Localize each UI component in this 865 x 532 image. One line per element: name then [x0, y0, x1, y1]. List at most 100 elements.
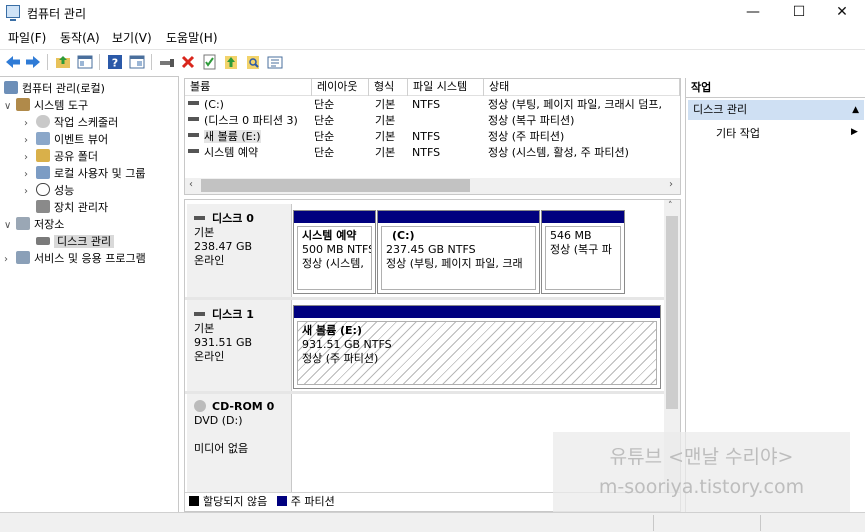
minimize-button[interactable]: —: [730, 0, 776, 25]
disk-1-label[interactable]: 디스크 1 기본 931.51 GB 온라인: [187, 300, 292, 392]
tree-device-manager[interactable]: 장치 관리자: [36, 199, 108, 216]
partition-size: 546 MB: [550, 229, 592, 242]
legend-primary: 주 파티션: [290, 495, 335, 508]
toolbar: ?: [0, 49, 865, 73]
vertical-scroll-thumb[interactable]: [666, 216, 678, 409]
partition-status: 정상 (시스템,: [302, 257, 364, 270]
disk-1-type: 기본: [194, 322, 215, 335]
folder-up-icon[interactable]: [222, 53, 240, 71]
horizontal-scroll-thumb[interactable]: [201, 179, 470, 192]
tree-services-label: 서비스 및 응용 프로그램: [34, 252, 146, 265]
console-pane-icon[interactable]: [128, 53, 146, 71]
volume-name: 새 볼륨 (E:): [204, 130, 261, 143]
help-icon[interactable]: ?: [106, 53, 124, 71]
tree-event-viewer[interactable]: › 이벤트 뷰어: [24, 131, 108, 148]
actions-section-label: 디스크 관리: [693, 103, 748, 116]
volume-row[interactable]: 시스템 예약 단순 기본 NTFS 정상 (시스템, 활성, 주 파티션): [185, 145, 680, 161]
tree-shared-folders[interactable]: › 공유 폴더: [24, 148, 98, 165]
close-button[interactable]: ✕: [819, 0, 865, 25]
watermark-line-1: 유튜브 <맨날 수리야>: [609, 446, 794, 468]
tree-local-users[interactable]: › 로컬 사용자 및 그룹: [24, 165, 145, 182]
scroll-up-icon[interactable]: ˄: [668, 201, 673, 211]
tree-disk-management[interactable]: 디스크 관리: [36, 233, 115, 250]
tree-task-scheduler[interactable]: › 작업 스케줄러: [24, 114, 118, 131]
expanded-chevron-icon[interactable]: ∨: [4, 98, 16, 115]
volume-layout: 단순: [314, 98, 335, 111]
volume-row[interactable]: (디스크 0 파티션 3) 단순 기본 정상 (복구 파티션): [185, 113, 680, 129]
partition-system-reserved[interactable]: 시스템 예약 500 MB NTFS 정상 (시스템,: [293, 210, 376, 294]
menu-action[interactable]: 동작(A): [60, 29, 100, 46]
partition-size: 500 MB NTFS: [302, 243, 372, 256]
menu-help[interactable]: 도움말(H): [166, 29, 218, 46]
show-hide-tree-icon[interactable]: [76, 53, 94, 71]
cdrom-state: 미디어 없음: [194, 442, 249, 455]
volume-list-horizontal-scrollbar[interactable]: ‹ ›: [185, 178, 680, 194]
properties-icon[interactable]: [200, 53, 218, 71]
cdrom-label[interactable]: CD-ROM 0 DVD (D:) 미디어 없음: [187, 394, 292, 492]
menu-view[interactable]: 보기(V): [112, 29, 152, 46]
column-volume[interactable]: 볼륨: [185, 79, 312, 96]
volume-name: (C:): [204, 98, 224, 111]
collapse-triangle-icon[interactable]: ▲: [852, 100, 859, 120]
watermark-line-2: m-sooriya.tistory.com: [598, 476, 805, 498]
forward-arrow-icon[interactable]: [24, 53, 42, 71]
partition-e[interactable]: 새 볼륨 (E:) 931.51 GB NTFS 정상 (주 파티션): [293, 305, 661, 389]
tree-event-viewer-label: 이벤트 뷰어: [54, 133, 109, 146]
column-type[interactable]: 형식: [369, 79, 408, 96]
scroll-left-icon[interactable]: ‹: [189, 179, 193, 190]
collapsed-chevron-icon[interactable]: ›: [24, 183, 36, 200]
primary-swatch: [276, 496, 287, 506]
tree-root[interactable]: 컴퓨터 관리(로컬): [4, 80, 105, 97]
delete-icon[interactable]: [179, 53, 197, 71]
status-bar: [0, 512, 865, 532]
list-view-icon[interactable]: [266, 53, 284, 71]
back-arrow-icon[interactable]: [4, 53, 22, 71]
collapsed-chevron-icon[interactable]: ›: [24, 115, 36, 132]
device-manager-icon: [36, 200, 50, 213]
storage-icon: [16, 217, 30, 230]
tree-root-label: 컴퓨터 관리(로컬): [22, 82, 105, 95]
volume-layout: 단순: [314, 114, 335, 127]
menu-file[interactable]: 파일(F): [8, 29, 46, 46]
column-status[interactable]: 상태: [484, 79, 680, 96]
tree-services[interactable]: › 서비스 및 응용 프로그램: [4, 250, 146, 267]
collapsed-chevron-icon[interactable]: ›: [24, 132, 36, 149]
svg-text:?: ?: [112, 57, 118, 70]
actions-section-disk-management[interactable]: 디스크 관리 ▲: [688, 100, 864, 120]
computer-icon: [4, 81, 18, 94]
partition-title: 새 볼륨 (E:): [302, 324, 362, 337]
tree-storage[interactable]: ∨ 저장소: [4, 216, 64, 233]
collapsed-chevron-icon[interactable]: ›: [24, 149, 36, 166]
action-more-actions[interactable]: 기타 작업: [716, 125, 760, 141]
partition-recovery[interactable]: 546 MB 정상 (복구 파: [541, 210, 625, 294]
volume-status: 정상 (시스템, 활성, 주 파티션): [488, 146, 629, 159]
partition-size: 237.45 GB NTFS: [386, 243, 476, 256]
tree-system-tools-label: 시스템 도구: [34, 99, 89, 112]
find-icon[interactable]: [244, 53, 262, 71]
volume-row[interactable]: (C:) 단순 기본 NTFS 정상 (부팅, 페이지 파일, 크래시 덤프,: [185, 97, 680, 113]
tree-system-tools[interactable]: ∨ 시스템 도구: [4, 97, 88, 114]
partition-title: (C:): [392, 229, 415, 242]
disk-0-label[interactable]: 디스크 0 기본 238.47 GB 온라인: [187, 204, 292, 298]
tree-performance[interactable]: › 성능: [24, 182, 74, 199]
up-folder-icon[interactable]: [54, 53, 72, 71]
volume-status: 정상 (부팅, 페이지 파일, 크래시 덤프,: [488, 98, 662, 111]
partition-c[interactable]: (C:) 237.45 GB NTFS 정상 (부팅, 페이지 파일, 크래: [377, 210, 540, 294]
expanded-chevron-icon[interactable]: ∨: [4, 217, 16, 234]
performance-icon: [36, 183, 50, 196]
legend-unallocated: 할당되지 않음: [203, 495, 268, 508]
partition-status: 정상 (복구 파: [550, 243, 612, 256]
volume-status: 정상 (주 파티션): [488, 130, 565, 143]
collapsed-chevron-icon[interactable]: ›: [4, 251, 16, 268]
title-bar: 컴퓨터 관리 — ☐ ✕: [0, 0, 865, 25]
column-file-system[interactable]: 파일 시스템: [408, 79, 484, 96]
submenu-arrow-icon[interactable]: ▶: [851, 127, 858, 137]
collapsed-chevron-icon[interactable]: ›: [24, 166, 36, 183]
volume-fs: NTFS: [412, 130, 441, 143]
volume-row[interactable]: 새 볼륨 (E:) 단순 기본 NTFS 정상 (주 파티션): [185, 129, 680, 145]
maximize-button[interactable]: ☐: [776, 0, 822, 25]
column-layout[interactable]: 레이아웃: [312, 79, 369, 96]
scroll-right-icon[interactable]: ›: [669, 179, 673, 190]
connect-icon[interactable]: [158, 53, 176, 71]
unallocated-swatch: [189, 496, 199, 506]
